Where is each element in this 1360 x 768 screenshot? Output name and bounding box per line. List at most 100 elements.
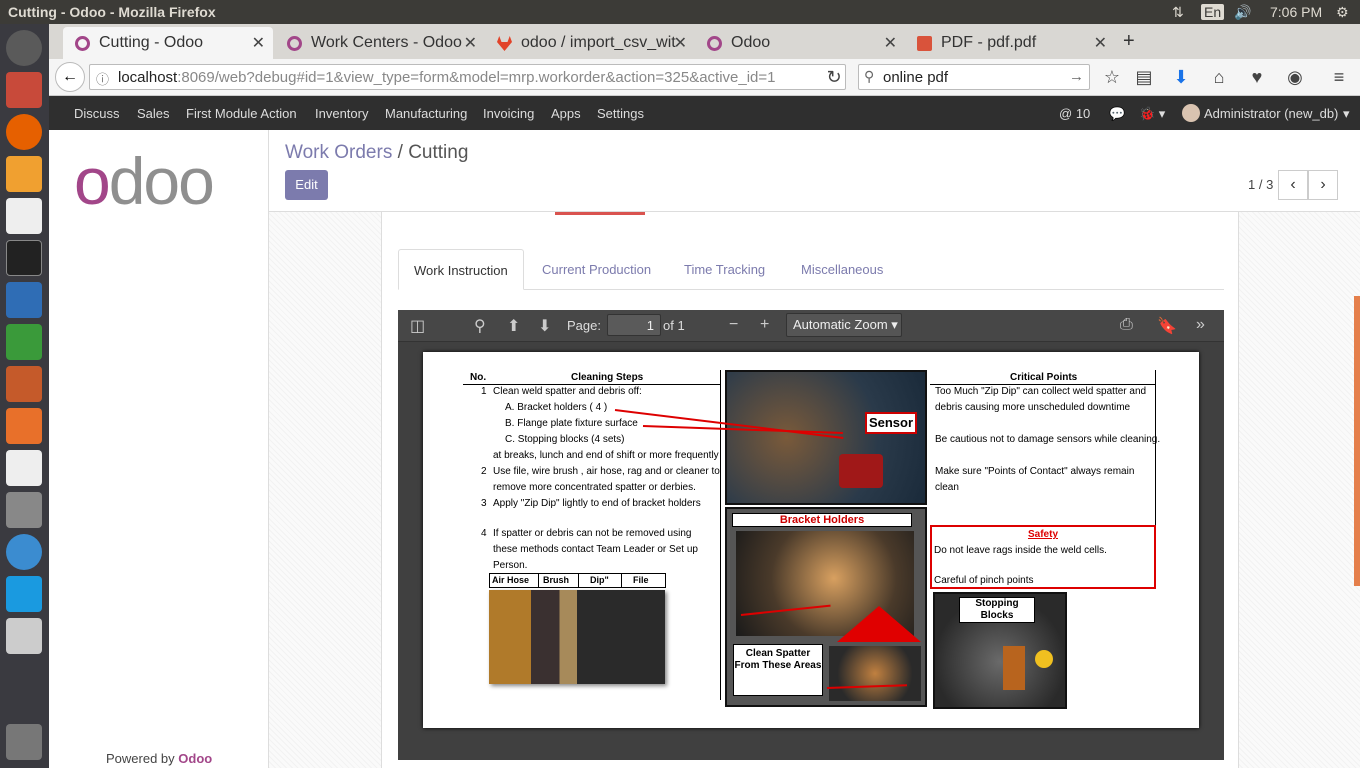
- tab-time-tracking[interactable]: Time Tracking: [669, 249, 780, 290]
- volume-icon[interactable]: 🔊: [1234, 4, 1251, 21]
- odoo-main-menu: Discuss Sales First Module Action Invent…: [49, 96, 1360, 130]
- search-icon: ⚲: [864, 68, 875, 84]
- menu-settings[interactable]: Settings: [597, 106, 644, 121]
- search-input[interactable]: online pdf: [883, 69, 948, 86]
- trash-icon[interactable]: [6, 724, 42, 760]
- tab-current-production[interactable]: Current Production: [527, 249, 666, 290]
- pocket-icon[interactable]: ♥: [1247, 67, 1267, 87]
- browser-tab[interactable]: Cutting - Odoo ✕: [63, 27, 273, 59]
- menu-sales[interactable]: Sales: [137, 106, 170, 121]
- step-text: these methods contact Team Leader or Set…: [493, 544, 698, 555]
- settings-icon[interactable]: [6, 492, 42, 528]
- tools-icon[interactable]: »: [1196, 316, 1205, 334]
- page-number-input[interactable]: 1: [607, 314, 661, 336]
- previous-record-button[interactable]: ‹: [1278, 170, 1308, 200]
- steps-list: 1 Clean weld spatter and debris off: A. B…: [475, 384, 720, 574]
- browser-tab[interactable]: odoo / import_csv_wit ✕: [485, 27, 695, 59]
- back-button[interactable]: ←: [55, 62, 85, 92]
- edit-button[interactable]: Edit: [285, 170, 328, 200]
- find-icon[interactable]: ⚲: [474, 316, 486, 336]
- step-text: at breaks, lunch and end of shift or mor…: [493, 450, 719, 461]
- sensor-label: Sensor: [865, 412, 917, 434]
- tab-miscellaneous[interactable]: Miscellaneous: [786, 249, 898, 290]
- impress-icon[interactable]: [6, 366, 42, 402]
- skype-icon[interactable]: [6, 576, 42, 612]
- sublime-icon[interactable]: [6, 156, 42, 192]
- files-icon[interactable]: [6, 72, 42, 108]
- browser-tab[interactable]: PDF - pdf.pdf ✕: [905, 27, 1115, 59]
- close-tab-icon[interactable]: ✕: [464, 33, 477, 53]
- firefox-icon[interactable]: [6, 114, 42, 150]
- pdf-favicon-icon: [917, 36, 932, 51]
- dash-icon[interactable]: [6, 30, 42, 66]
- previous-page-icon[interactable]: ⬆: [507, 316, 520, 336]
- chromium-icon[interactable]: [6, 534, 42, 570]
- new-tab-button[interactable]: +: [1123, 30, 1135, 53]
- zoom-out-icon[interactable]: −: [729, 316, 738, 334]
- evince-icon[interactable]: [6, 198, 42, 234]
- odoo-logo[interactable]: odoo: [74, 148, 215, 214]
- page-label: Page:: [567, 318, 601, 333]
- scrollbar[interactable]: [1354, 296, 1360, 586]
- breadcrumb-work-orders[interactable]: Work Orders: [285, 142, 392, 163]
- step-text: If spatter or debris can not be removed …: [493, 528, 692, 539]
- terminal-icon[interactable]: [6, 240, 42, 276]
- menu-first-module-action[interactable]: First Module Action: [186, 106, 297, 121]
- search-go-icon[interactable]: →: [1069, 68, 1084, 85]
- network-icon[interactable]: ⇅: [1172, 4, 1184, 21]
- calc-icon[interactable]: [6, 324, 42, 360]
- sensor-photo: Sensor: [725, 370, 927, 505]
- power-icon[interactable]: ⚙: [1336, 4, 1349, 21]
- close-tab-icon[interactable]: ✕: [252, 33, 265, 53]
- tab-work-instruction[interactable]: Work Instruction: [398, 249, 524, 290]
- menu-inventory[interactable]: Inventory: [315, 106, 368, 121]
- mention-icon[interactable]: @ 10: [1059, 106, 1090, 121]
- powered-by-link[interactable]: Odoo: [178, 751, 212, 766]
- close-tab-icon[interactable]: ✕: [674, 33, 687, 53]
- zoom-in-icon[interactable]: +: [760, 316, 769, 334]
- reading-list-icon[interactable]: ▤: [1134, 67, 1154, 87]
- url-bar[interactable]: ⓘ localhost:8069/web?debug#id=1&view_typ…: [89, 64, 846, 90]
- browser-tab-bar: Cutting - Odoo ✕ Work Centers - Odoo ✕ o…: [49, 24, 1360, 59]
- amazon-icon[interactable]: [6, 450, 42, 486]
- cell-divider: [578, 574, 579, 587]
- home-icon[interactable]: ⌂: [1209, 67, 1229, 87]
- browser-tab[interactable]: Work Centers - Odoo ✕: [275, 27, 485, 59]
- bookmark-icon[interactable]: 🔖: [1157, 316, 1177, 336]
- writer-icon[interactable]: [6, 282, 42, 318]
- info-icon[interactable]: ⓘ: [96, 69, 109, 88]
- zoom-select[interactable]: Automatic Zoom ▾: [786, 313, 902, 337]
- reload-icon[interactable]: ↻: [824, 67, 844, 87]
- chevron-down-icon[interactable]: ▾: [1343, 106, 1350, 122]
- step-text: remove more concentrated spatter or derb…: [493, 482, 696, 493]
- menu-apps[interactable]: Apps: [551, 106, 581, 121]
- downloads-icon[interactable]: ⬇: [1171, 67, 1191, 87]
- print-icon[interactable]: ⎙: [1120, 316, 1133, 334]
- tab-label: Work Centers - Odoo: [311, 34, 462, 51]
- browser-tab[interactable]: Odoo ✕: [695, 27, 905, 59]
- bookmark-star-icon[interactable]: ☆: [1102, 67, 1122, 87]
- keyboard-layout[interactable]: En: [1201, 4, 1225, 20]
- menu-manufacturing[interactable]: Manufacturing: [385, 106, 467, 121]
- next-page-icon[interactable]: ⬇: [538, 316, 551, 336]
- chat-icon[interactable]: 💬: [1109, 106, 1125, 122]
- clock[interactable]: 7:06 PM: [1270, 4, 1322, 20]
- close-tab-icon[interactable]: ✕: [1094, 33, 1107, 53]
- menu-icon[interactable]: ≡: [1329, 67, 1349, 87]
- close-tab-icon[interactable]: ✕: [884, 33, 897, 53]
- menu-invoicing[interactable]: Invoicing: [483, 106, 534, 121]
- critical-line: Too Much "Zip Dip" can collect weld spat…: [935, 386, 1147, 397]
- disk-icon[interactable]: [6, 618, 42, 654]
- sidebar-toggle-icon[interactable]: ◫: [410, 316, 425, 336]
- extension-icon[interactable]: ◉: [1285, 67, 1305, 87]
- menu-discuss[interactable]: Discuss: [74, 106, 120, 121]
- stopping-blocks-photo: Stopping Blocks: [933, 592, 1067, 709]
- zoom-value: Automatic Zoom: [793, 317, 888, 332]
- avatar[interactable]: [1182, 104, 1200, 122]
- software-center-icon[interactable]: [6, 408, 42, 444]
- debug-icon[interactable]: 🐞 ▾: [1139, 106, 1165, 122]
- next-record-button[interactable]: ›: [1308, 170, 1338, 200]
- search-bar[interactable]: ⚲ online pdf →: [858, 64, 1090, 90]
- user-menu[interactable]: Administrator (new_db): [1204, 106, 1338, 121]
- step-text: Person.: [493, 560, 528, 571]
